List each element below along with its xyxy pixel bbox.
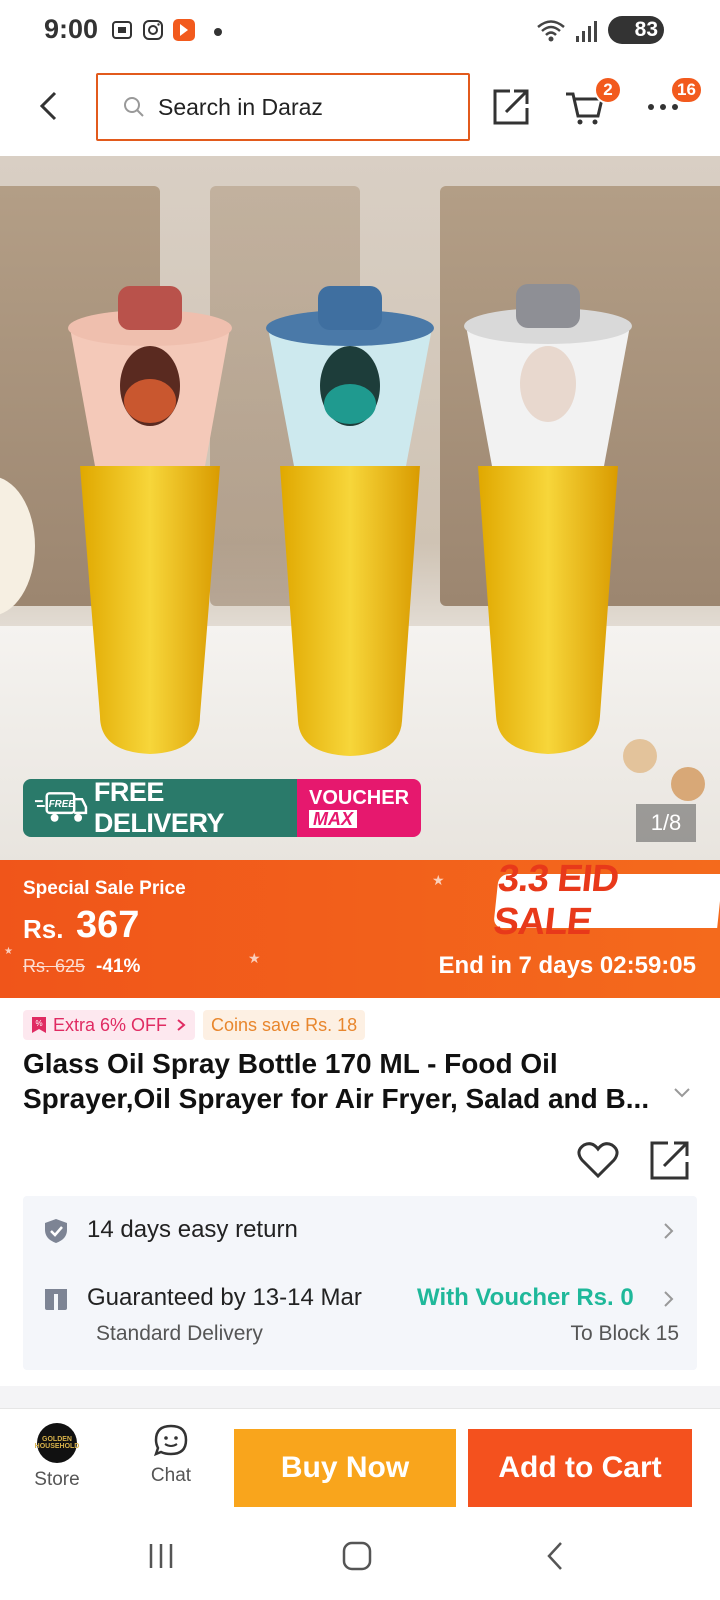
battery-level: 83 — [634, 18, 658, 41]
truck-icon: FREE — [34, 792, 88, 822]
coins-save-chip[interactable]: Coins save Rs. 18 — [203, 1010, 366, 1040]
return-policy-text: 14 days easy return — [87, 1216, 298, 1243]
free-delivery-badge: FREE FREE DELIVERY — [23, 779, 297, 837]
system-back-button[interactable] — [530, 1534, 580, 1578]
wishlist-button[interactable] — [576, 1138, 620, 1182]
buy-now-button[interactable]: Buy Now — [234, 1429, 456, 1507]
sparkle-icon: ★ — [432, 872, 445, 888]
original-price: Rs. 625 — [23, 956, 86, 976]
special-price-label: Special Sale Price — [23, 878, 186, 899]
sparkle-icon: ★ — [4, 946, 13, 957]
instagram-icon — [143, 20, 163, 40]
status-bar: 9:00 83 — [0, 0, 720, 62]
extra-off-chip[interactable]: % Extra 6% OFF — [23, 1010, 196, 1040]
bottom-action-bar: GOLDEN HOUSEHOLD Store Chat Buy Now Add … — [0, 1408, 720, 1514]
recent-apps-button[interactable] — [136, 1534, 186, 1578]
cart-count-badge: 2 — [594, 76, 622, 104]
voucher-line1: VOUCHER — [309, 787, 410, 809]
chat-label: Chat — [150, 1465, 192, 1486]
price-currency: Rs. — [23, 914, 64, 944]
battery-indicator: 83 — [608, 16, 664, 44]
delivery-row[interactable]: Guaranteed by 13-14 Mar With Voucher Rs.… — [23, 1264, 697, 1370]
delivery-voucher-text: With Voucher Rs. 0 — [417, 1284, 634, 1311]
message-count-badge: 16 — [670, 76, 703, 104]
wifi-icon — [537, 20, 565, 42]
coins-save-text: Coins save Rs. 18 — [211, 1014, 358, 1035]
shield-check-icon — [45, 1219, 67, 1243]
image-counter: 1/8 — [636, 804, 696, 842]
product-title: Glass Oil Spray Bottle 170 ML - Food Oil… — [23, 1048, 650, 1114]
extra-off-text: Extra 6% OFF — [53, 1014, 168, 1035]
voucher-icon: % — [32, 1017, 46, 1033]
more-menu-button[interactable]: 16 — [638, 76, 703, 132]
store-label: Store — [34, 1469, 80, 1490]
delivery-location-text: To Block 15 — [570, 1322, 679, 1345]
notification-dot — [214, 28, 222, 36]
chat-icon — [153, 1424, 188, 1457]
back-arrow-icon — [547, 1542, 562, 1570]
voucher-max-badge: VOUCHER MAX — [297, 779, 421, 837]
chevron-left-icon — [39, 91, 57, 121]
price-banner: ★ ★ ★ Special Sale Price Rs. 367 Rs. 625… — [0, 860, 720, 998]
discount-percent: -41% — [96, 956, 141, 977]
store-logo: GOLDEN HOUSEHOLD — [35, 1423, 79, 1463]
share-button[interactable] — [486, 82, 536, 132]
back-button[interactable] — [28, 82, 68, 130]
screenshot-icon — [112, 21, 132, 39]
free-tag-text: FREE — [49, 799, 76, 810]
chevron-right-icon — [664, 1223, 674, 1239]
home-button[interactable] — [332, 1534, 382, 1578]
chat-button[interactable]: Chat — [126, 1423, 216, 1503]
return-policy-row[interactable]: 14 days easy return — [23, 1196, 697, 1264]
offer-chips: % Extra 6% OFF Coins save Rs. 18 — [23, 1010, 366, 1040]
svg-text:%: % — [35, 1019, 42, 1028]
share-icon — [650, 1141, 689, 1180]
status-time: 9:00 — [44, 14, 99, 44]
section-divider — [0, 1386, 720, 1408]
service-info-box: 14 days easy return Guaranteed by 13-14 … — [23, 1196, 697, 1370]
sparkle-icon: ★ — [248, 950, 261, 966]
product-photo — [0, 284, 705, 801]
free-delivery-text: FREE DELIVERY — [93, 779, 225, 837]
sale-countdown: End in 7 days 02:59:05 — [438, 952, 696, 979]
share-product-button[interactable] — [648, 1138, 692, 1182]
chevron-right-icon — [177, 1019, 186, 1031]
search-icon — [124, 97, 144, 117]
add-to-cart-button[interactable]: Add to Cart — [468, 1429, 692, 1507]
top-header: Search in Daraz 2 16 — [0, 62, 720, 154]
sale-price: 367 — [76, 904, 140, 946]
delivery-type-text: Standard Delivery — [96, 1322, 263, 1345]
recent-apps-icon — [149, 1544, 173, 1568]
search-input[interactable]: Search in Daraz — [96, 73, 470, 141]
connectivity-icons — [536, 18, 600, 44]
voucher-line2: MAX — [309, 810, 357, 828]
more-dots-icon — [648, 104, 678, 110]
promo-banner: FREE FREE DELIVERY VOUCHER MAX — [23, 779, 421, 837]
system-navigation-bar — [0, 1514, 720, 1600]
campaign-tag: 3.3 EID SALE — [492, 860, 720, 943]
search-placeholder: Search in Daraz — [158, 93, 323, 120]
chevron-right-icon — [664, 1291, 674, 1307]
home-icon — [342, 1541, 372, 1571]
product-image-gallery[interactable]: FREE FREE DELIVERY VOUCHER MAX 1/8 — [0, 156, 720, 860]
heart-icon — [577, 1142, 619, 1179]
share-icon — [493, 89, 529, 125]
expand-title-icon[interactable] — [668, 1078, 696, 1106]
cart-button[interactable]: 2 — [560, 76, 622, 132]
package-icon — [45, 1289, 67, 1310]
store-button[interactable]: GOLDEN HOUSEHOLD Store — [12, 1423, 102, 1503]
signal-icon — [576, 21, 597, 42]
delivery-guarantee-text: Guaranteed by 13-14 Mar — [87, 1284, 362, 1311]
daraz-app-icon — [173, 19, 195, 41]
